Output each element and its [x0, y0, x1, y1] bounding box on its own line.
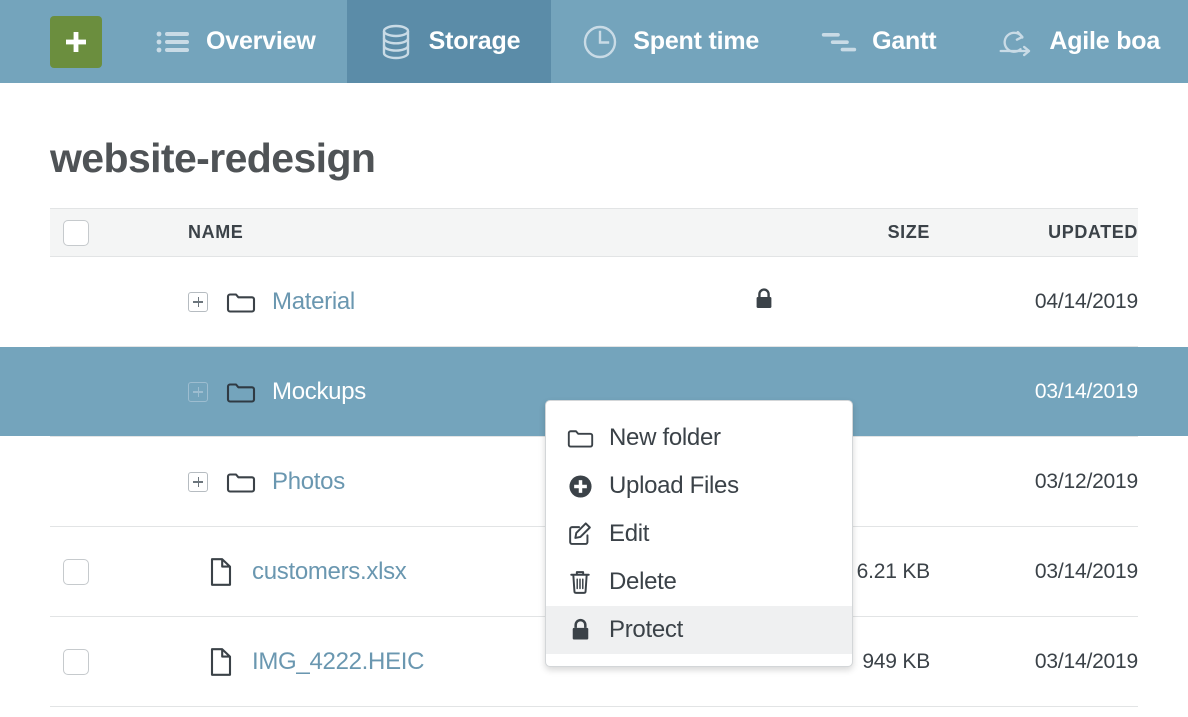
- context-menu-item-upload-files[interactable]: Upload Files: [546, 462, 852, 510]
- gantt-icon: [821, 24, 857, 60]
- plus-circle-icon: [566, 474, 594, 499]
- tab-spent-time-label: Spent time: [633, 27, 760, 55]
- folder-icon: [226, 380, 256, 404]
- tab-agile-board-label: Agile boa: [1049, 27, 1161, 55]
- clock-icon: [582, 24, 618, 60]
- table-row[interactable]: Material 04/14/2019: [0, 257, 1188, 347]
- expand-icon[interactable]: [188, 471, 208, 492]
- lock-icon: [566, 617, 594, 643]
- context-menu-item-label: Delete: [609, 568, 677, 595]
- row-updated: 03/14/2019: [1034, 649, 1138, 673]
- row-name[interactable]: customers.xlsx: [252, 558, 407, 586]
- row-lock-cell: [716, 287, 812, 316]
- row-name[interactable]: Photos: [272, 468, 345, 496]
- expand-icon[interactable]: [188, 381, 208, 402]
- row-checkbox[interactable]: [63, 558, 89, 585]
- top-navigation-bar: Overview Storage Spent time Gantt Agile …: [0, 0, 1188, 83]
- tab-storage[interactable]: Storage: [346, 0, 552, 83]
- column-header-name-cell: NAME: [102, 222, 716, 243]
- context-menu-item-new-folder[interactable]: New folder: [546, 414, 852, 462]
- file-icon: [206, 557, 236, 587]
- tab-gantt-label: Gantt: [872, 27, 937, 55]
- row-name-cell: Material: [102, 288, 716, 316]
- context-menu-item-label: New folder: [609, 424, 721, 451]
- context-menu-item-label: Edit: [609, 520, 650, 547]
- tab-spent-time[interactable]: Spent time: [551, 0, 790, 83]
- tab-overview[interactable]: Overview: [124, 0, 347, 83]
- file-icon: [206, 647, 236, 677]
- context-menu-item-label: Upload Files: [609, 472, 739, 499]
- folder-icon: [566, 427, 594, 449]
- tab-storage-label: Storage: [428, 27, 521, 55]
- add-button[interactable]: [50, 15, 102, 68]
- column-header-updated[interactable]: UPDATED: [930, 222, 1138, 243]
- row-checkbox-cell: [50, 648, 102, 675]
- row-name[interactable]: IMG_4222.HEIC: [252, 648, 424, 676]
- folder-icon: [226, 290, 256, 314]
- table-header-row: NAME SIZE UPDATED: [50, 208, 1138, 257]
- tab-agile-board[interactable]: Agile boa: [967, 0, 1188, 83]
- context-menu-item-label: Protect: [609, 616, 683, 643]
- lock-icon: [754, 287, 774, 316]
- context-menu: New folder Upload Files Edit Delete Prot…: [545, 400, 853, 667]
- select-all-cell: [50, 219, 102, 246]
- row-checkbox[interactable]: [63, 648, 89, 675]
- expand-icon[interactable]: [188, 291, 208, 312]
- context-menu-item-edit[interactable]: Edit: [546, 510, 852, 558]
- row-checkbox-cell: [50, 558, 102, 585]
- tab-overview-label: Overview: [206, 27, 316, 55]
- plus-icon: [63, 29, 89, 55]
- page-title: website-redesign: [50, 135, 376, 181]
- context-menu-item-delete[interactable]: Delete: [546, 558, 852, 606]
- select-all-checkbox[interactable]: [63, 219, 89, 246]
- row-name[interactable]: Material: [272, 288, 355, 316]
- row-updated: 03/14/2019: [1034, 559, 1138, 583]
- trash-icon: [566, 569, 594, 595]
- list-icon: [155, 24, 191, 60]
- column-header-name[interactable]: NAME: [188, 222, 243, 243]
- folder-icon: [226, 470, 256, 494]
- row-updated: 03/14/2019: [1034, 379, 1138, 403]
- row-updated: 03/12/2019: [1034, 469, 1138, 493]
- row-updated: 04/14/2019: [1034, 289, 1138, 313]
- column-header-size[interactable]: SIZE: [812, 222, 930, 243]
- database-icon: [378, 24, 414, 60]
- agile-icon: [998, 24, 1034, 60]
- row-name[interactable]: Mockups: [272, 378, 366, 406]
- edit-icon: [566, 521, 594, 547]
- tab-gantt[interactable]: Gantt: [790, 0, 967, 83]
- context-menu-item-protect[interactable]: Protect: [546, 606, 852, 654]
- add-button-wrapper: [0, 0, 124, 83]
